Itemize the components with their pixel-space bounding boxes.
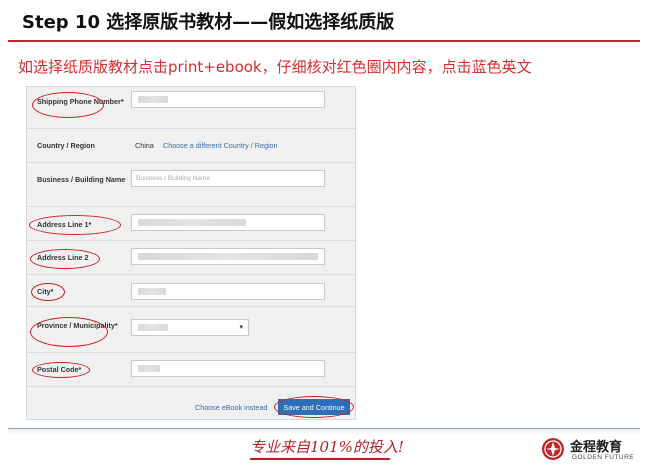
form-row-business: Business / Building Name Business / Buil… [27, 163, 355, 207]
slogan: 专业来自101%的投入! [250, 438, 404, 456]
redacted-value [138, 96, 168, 103]
business-input[interactable]: Business / Building Name [131, 170, 325, 187]
footer-shadow [8, 429, 640, 435]
address1-label: Address Line 1* [37, 220, 92, 229]
brand-logo-icon [542, 438, 564, 460]
business-label: Business / Building Name [37, 175, 126, 184]
country-label: Country / Region [37, 141, 95, 150]
form-row-country: Country / Region China Choose a differen… [27, 129, 355, 163]
form-row-address1: Address Line 1* [27, 207, 355, 241]
brand-name: 金程教育 [570, 440, 623, 455]
province-label: Province / Municipality* [37, 321, 118, 330]
province-select[interactable]: ▾ [131, 319, 249, 336]
redacted-value [138, 324, 168, 331]
choose-ebook-link[interactable]: Choose eBook instead [195, 403, 267, 412]
slide: Step 10 选择原版书教材——假如选择纸质版 如选择纸质版教材点击print… [0, 0, 648, 473]
form-row-shipping-phone: Shipping Phone Number* [27, 87, 355, 129]
country-value: China [135, 141, 154, 150]
address2-label: Address Line 2 [37, 253, 89, 262]
redacted-value [138, 219, 246, 226]
instruction-text: 如选择纸质版教材点击print+ebook，仔细核对红色圈内内容，点击蓝色英文 [18, 58, 532, 76]
shipping-phone-input[interactable] [131, 91, 325, 108]
brand-subtitle: GOLDEN FUTURE [572, 454, 635, 461]
shipping-phone-label: Shipping Phone Number* [37, 97, 124, 106]
address1-input[interactable] [131, 214, 325, 231]
slogan-underline [249, 458, 391, 460]
save-and-continue-button[interactable]: Save and Continue [278, 399, 350, 415]
postal-label: Postal Code* [37, 365, 82, 374]
chevron-down-icon: ▾ [239, 323, 243, 331]
form-row-city: City* [27, 275, 355, 307]
city-input[interactable] [131, 283, 325, 300]
city-label: City* [37, 287, 54, 296]
redacted-value [138, 365, 160, 372]
form-row-address2: Address Line 2 [27, 241, 355, 275]
redacted-value [138, 253, 318, 260]
form-row-province: Province / Municipality* ▾ [27, 307, 355, 353]
change-country-link[interactable]: Choose a different Country / Region [163, 141, 278, 150]
address-form: Shipping Phone Number* Country / Region … [26, 86, 356, 420]
postal-input[interactable] [131, 360, 325, 377]
redacted-value [138, 288, 166, 295]
title-divider [8, 40, 640, 42]
form-row-postal: Postal Code* [27, 353, 355, 387]
slide-title: Step 10 选择原版书教材——假如选择纸质版 [22, 12, 395, 33]
address2-input[interactable] [131, 248, 325, 265]
